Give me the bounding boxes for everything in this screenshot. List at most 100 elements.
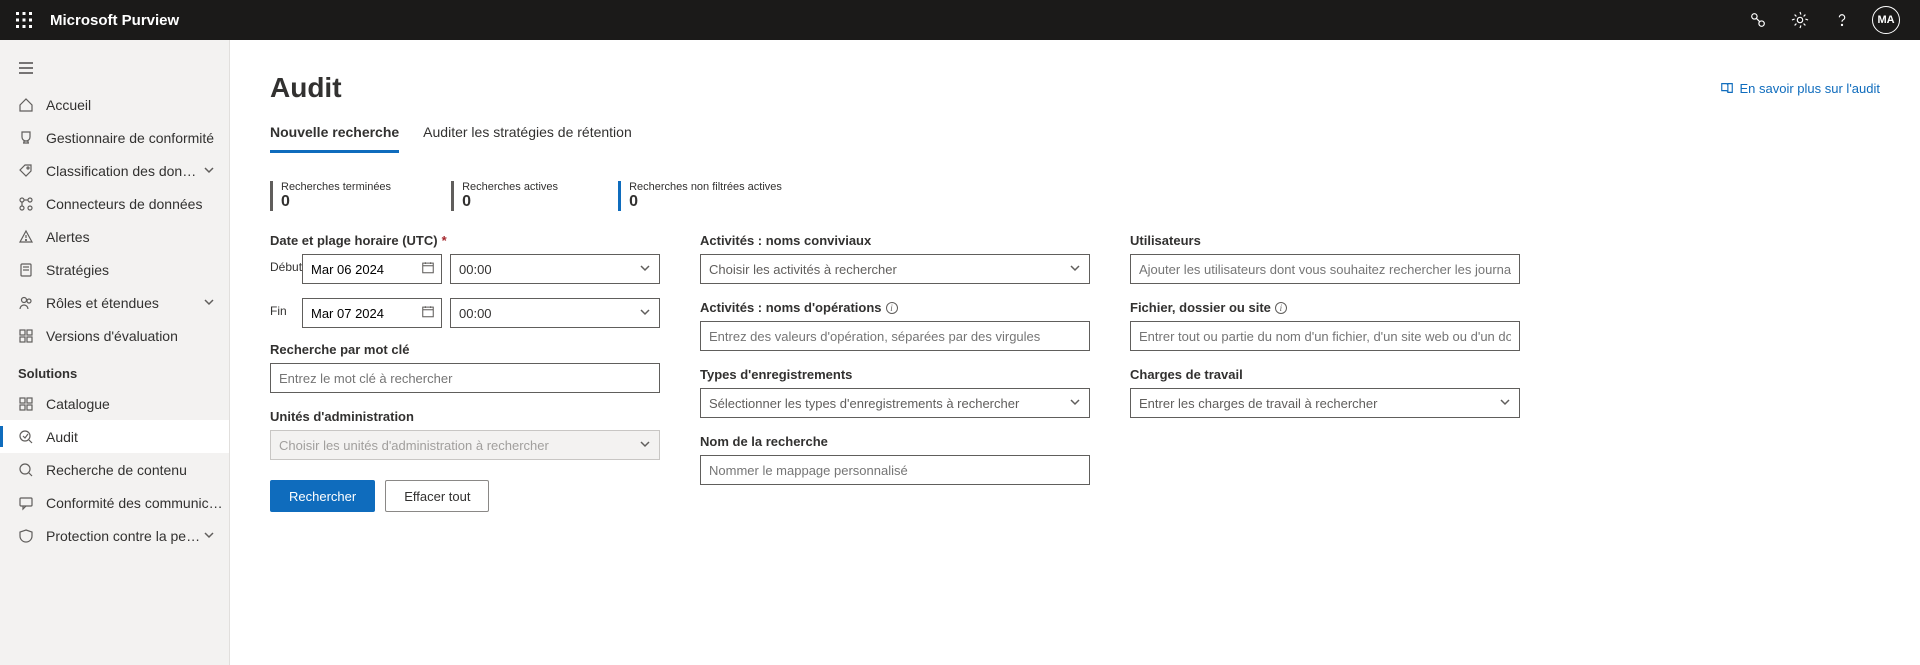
info-icon[interactable]: i bbox=[1275, 302, 1287, 314]
sidebar-item-alerts[interactable]: Alertes bbox=[0, 220, 229, 253]
app-title: Microsoft Purview bbox=[50, 12, 179, 29]
waffle-icon bbox=[16, 12, 32, 28]
sidebar-item-label: Accueil bbox=[46, 97, 229, 113]
record-types-label: Types d'enregistrements bbox=[700, 367, 1090, 382]
workloads-label: Charges de travail bbox=[1130, 367, 1520, 382]
tab-retention-policies[interactable]: Auditer les stratégies de rétention bbox=[423, 124, 632, 153]
start-date-input[interactable] bbox=[302, 254, 442, 284]
file-label: Fichier, dossier ou site i bbox=[1130, 300, 1520, 315]
admin-units-placeholder: Choisir les unités d'administration à re… bbox=[279, 438, 639, 453]
sidebar-collapse-button[interactable] bbox=[0, 48, 229, 88]
learn-more-link[interactable]: En savoir plus sur l'audit bbox=[1720, 81, 1881, 96]
sidebar-item-data-connectors[interactable]: Connecteurs de données bbox=[0, 187, 229, 220]
users-input[interactable] bbox=[1130, 254, 1520, 284]
scroll-icon bbox=[18, 262, 34, 278]
sidebar-item-compliance-manager[interactable]: Gestionnaire de conformité bbox=[0, 121, 229, 154]
sidebar-item-trials[interactable]: Versions d'évaluation bbox=[0, 319, 229, 352]
file-input[interactable] bbox=[1130, 321, 1520, 351]
dlp-icon bbox=[18, 528, 34, 544]
sidebar-item-dlp[interactable]: Protection contre la perte d... bbox=[0, 519, 229, 552]
workloads-placeholder: Entrer les charges de travail à recherch… bbox=[1139, 396, 1499, 411]
end-time-value: 00:00 bbox=[459, 306, 639, 321]
stat-value: 0 bbox=[462, 193, 558, 211]
app-launcher-button[interactable] bbox=[8, 4, 40, 36]
end-date-value[interactable] bbox=[311, 306, 433, 321]
sidebar-item-accueil[interactable]: Accueil bbox=[0, 88, 229, 121]
search-button[interactable]: Rechercher bbox=[270, 480, 375, 512]
sidebar-item-label: Protection contre la perte d... bbox=[46, 528, 203, 544]
audit-icon bbox=[18, 429, 34, 445]
info-icon[interactable]: i bbox=[886, 302, 898, 314]
start-date-value[interactable] bbox=[311, 262, 433, 277]
users-field[interactable] bbox=[1139, 262, 1511, 277]
end-label: Fin bbox=[270, 298, 302, 318]
user-avatar[interactable]: MA bbox=[1872, 6, 1900, 34]
search-name-field[interactable] bbox=[709, 463, 1081, 478]
sidebar-item-comm-compliance[interactable]: Conformité des communications bbox=[0, 486, 229, 519]
activities-friendly-select[interactable]: Choisir les activités à rechercher bbox=[700, 254, 1090, 284]
main-content: Audit En savoir plus sur l'audit Nouvell… bbox=[230, 40, 1920, 665]
sidebar-item-catalog[interactable]: Catalogue bbox=[0, 387, 229, 420]
clear-button[interactable]: Effacer tout bbox=[385, 480, 489, 512]
chevron-down-icon bbox=[639, 262, 651, 277]
app-header: Microsoft Purview MA bbox=[0, 0, 1920, 40]
end-time-select[interactable]: 00:00 bbox=[450, 298, 660, 328]
end-date-input[interactable] bbox=[302, 298, 442, 328]
stat-label: Recherches non filtrées actives bbox=[629, 181, 782, 193]
form-col-dates: Date et plage horaire (UTC)* Début 00:00 bbox=[270, 233, 660, 512]
search-name-input[interactable] bbox=[700, 455, 1090, 485]
sidebar-item-label: Gestionnaire de conformité bbox=[46, 130, 229, 146]
chevron-down-icon bbox=[639, 438, 651, 453]
home-icon bbox=[18, 97, 34, 113]
sidebar: Accueil Gestionnaire de conformité Class… bbox=[0, 40, 230, 665]
sidebar-item-label: Rôles et étendues bbox=[46, 295, 203, 311]
sidebar-item-label: Catalogue bbox=[46, 396, 229, 412]
calendar-icon bbox=[421, 261, 435, 278]
admin-units-select[interactable]: Choisir les unités d'administration à re… bbox=[270, 430, 660, 460]
grid-icon bbox=[18, 328, 34, 344]
sidebar-item-data-classification[interactable]: Classification des données bbox=[0, 154, 229, 187]
sidebar-item-roles[interactable]: Rôles et étendues bbox=[0, 286, 229, 319]
sidebar-section-solutions: Solutions bbox=[0, 352, 229, 387]
workloads-select[interactable]: Entrer les charges de travail à recherch… bbox=[1130, 388, 1520, 418]
stat-completed: Recherches terminées 0 bbox=[270, 181, 391, 211]
chevron-down-icon bbox=[1499, 396, 1511, 411]
sidebar-item-content-search[interactable]: Recherche de contenu bbox=[0, 453, 229, 486]
alert-icon bbox=[18, 229, 34, 245]
header-help-button[interactable] bbox=[1822, 0, 1862, 40]
header-settings-button[interactable] bbox=[1780, 0, 1820, 40]
hamburger-icon bbox=[18, 60, 34, 76]
calendar-icon bbox=[421, 305, 435, 322]
tab-new-search[interactable]: Nouvelle recherche bbox=[270, 124, 399, 153]
admin-units-label: Unités d'administration bbox=[270, 409, 660, 424]
people-icon bbox=[18, 295, 34, 311]
header-extensions-button[interactable] bbox=[1738, 0, 1778, 40]
stat-label: Recherches actives bbox=[462, 181, 558, 193]
activities-friendly-placeholder: Choisir les activités à rechercher bbox=[709, 262, 1069, 277]
chevron-down-icon bbox=[203, 528, 215, 544]
extensions-icon bbox=[1749, 11, 1767, 29]
users-label: Utilisateurs bbox=[1130, 233, 1520, 248]
start-time-select[interactable]: 00:00 bbox=[450, 254, 660, 284]
tabs: Nouvelle recherche Auditer les stratégie… bbox=[270, 124, 1880, 153]
sidebar-item-label: Classification des données bbox=[46, 163, 203, 179]
tag-icon bbox=[18, 163, 34, 179]
activities-ops-input[interactable] bbox=[700, 321, 1090, 351]
keyword-field[interactable] bbox=[279, 371, 651, 386]
date-range-label: Date et plage horaire (UTC)* bbox=[270, 233, 660, 248]
sidebar-item-policies[interactable]: Stratégies bbox=[0, 253, 229, 286]
learn-more-label: En savoir plus sur l'audit bbox=[1740, 81, 1881, 96]
keyword-input[interactable] bbox=[270, 363, 660, 393]
file-field[interactable] bbox=[1139, 329, 1511, 344]
sidebar-item-label: Audit bbox=[46, 429, 229, 445]
sidebar-item-label: Conformité des communications bbox=[46, 495, 229, 511]
start-label: Début bbox=[270, 254, 302, 274]
chevron-down-icon bbox=[1069, 262, 1081, 277]
activities-ops-field[interactable] bbox=[709, 329, 1081, 344]
sidebar-item-label: Versions d'évaluation bbox=[46, 328, 229, 344]
chevron-down-icon bbox=[203, 163, 215, 179]
sidebar-item-audit[interactable]: Audit bbox=[0, 420, 229, 453]
stat-unfiltered: Recherches non filtrées actives 0 bbox=[618, 181, 782, 211]
form-col-users: Utilisateurs Fichier, dossier ou site i bbox=[1130, 233, 1520, 512]
record-types-select[interactable]: Sélectionner les types d'enregistrements… bbox=[700, 388, 1090, 418]
